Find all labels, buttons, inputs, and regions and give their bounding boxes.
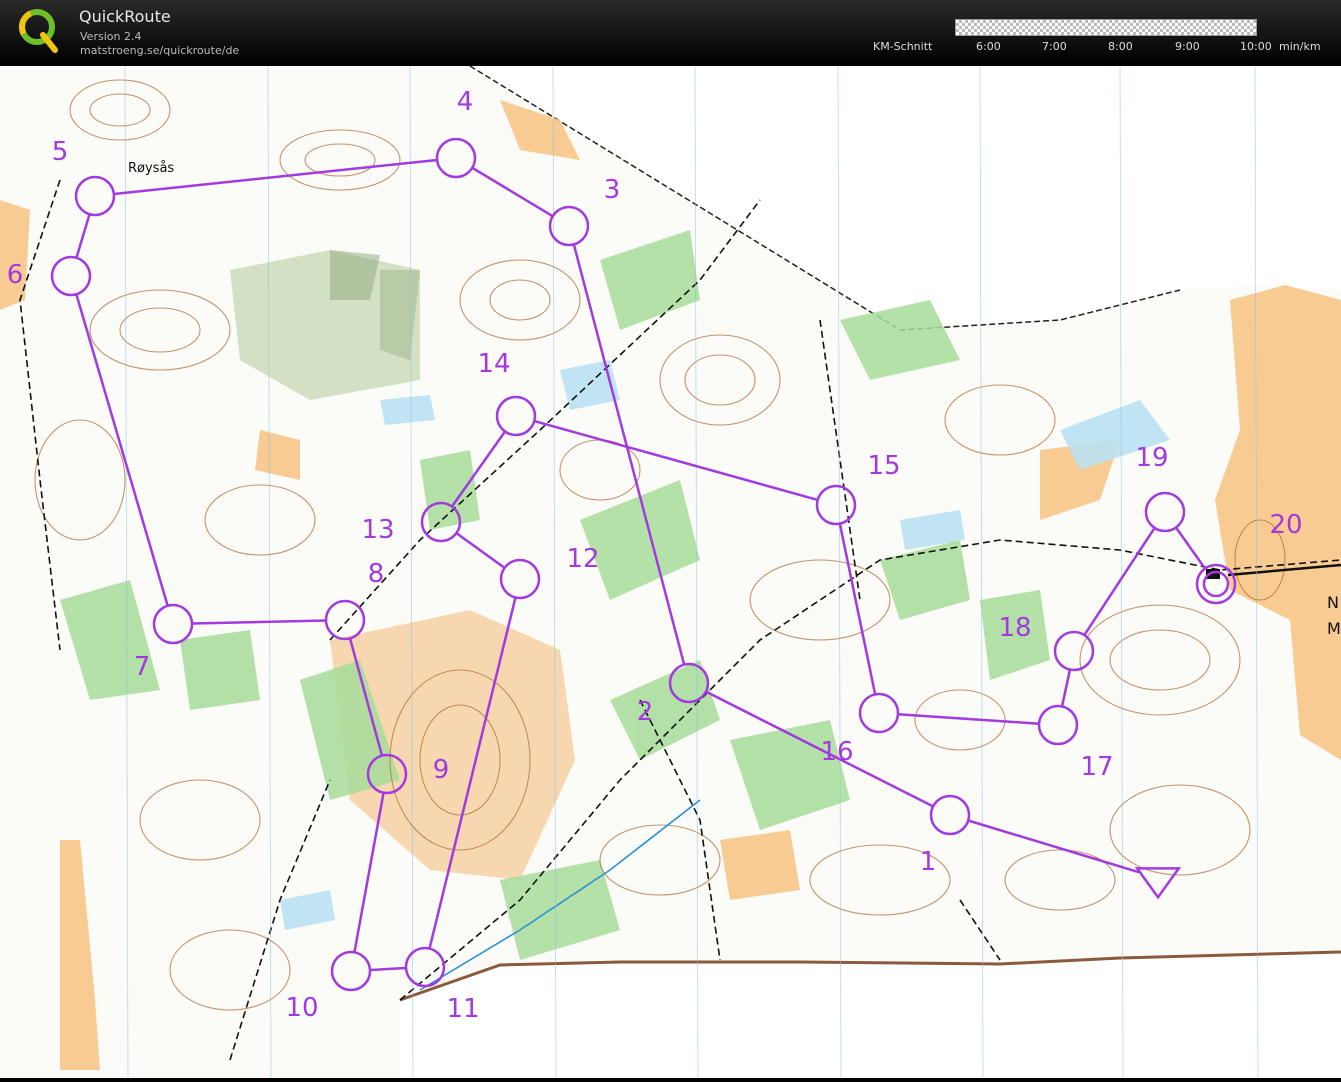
control-number: 16 [820,737,853,767]
control-number: 10 [285,993,318,1023]
control-number: 8 [368,559,385,589]
pace-tick: 6:00 [976,40,1001,53]
control-number: 1 [920,847,937,877]
control-number: 18 [998,613,1031,643]
pace-tick: 8:00 [1108,40,1133,53]
control-number: 2 [637,697,654,727]
map-canvas[interactable]: Røysås N M 12345678910 111213141516 171819… [0,65,1341,1079]
edge-text: M [1327,619,1341,638]
control-number: 4 [457,87,474,117]
outside-map-area-south [400,952,1341,1078]
pace-tick: 9:00 [1175,40,1200,53]
control-number: 3 [604,175,621,205]
control-number: 15 [867,451,900,481]
pace-title: KM-Schnitt [873,40,933,53]
pace-scale-bar [955,19,1257,36]
pace-unit: min/km [1279,40,1321,53]
app-header: QuickRoute Version 2.4 matstroeng.se/qui… [0,0,1341,64]
control-number: 17 [1080,752,1113,782]
pace-tick: 10:00 [1240,40,1272,53]
quickroute-logo-icon [19,9,58,53]
orienteering-map[interactable]: Røysås N M 1 2 3 4 5 6 7 8 9 10 11 12 13 14 15 16 17 18 19… [0,65,1341,1079]
app-name: QuickRoute [79,7,171,26]
control-number: 7 [134,652,151,682]
control-number: 5 [52,137,69,167]
app-url[interactable]: matstroeng.se/quickroute/de [80,44,239,57]
place-name-label: Røysås [128,161,174,176]
app-version: Version 2.4 [80,30,142,43]
control-number: 20 [1269,510,1302,540]
control-number: 14 [477,349,510,379]
control-number: 19 [1135,443,1168,473]
control-number: 12 [566,544,599,574]
control-number: 11 [446,994,479,1024]
control-number: 6 [7,260,24,290]
edge-text: N [1327,593,1339,612]
pace-tick: 7:00 [1042,40,1067,53]
control-number: 9 [433,755,450,785]
control-number: 13 [361,515,394,545]
